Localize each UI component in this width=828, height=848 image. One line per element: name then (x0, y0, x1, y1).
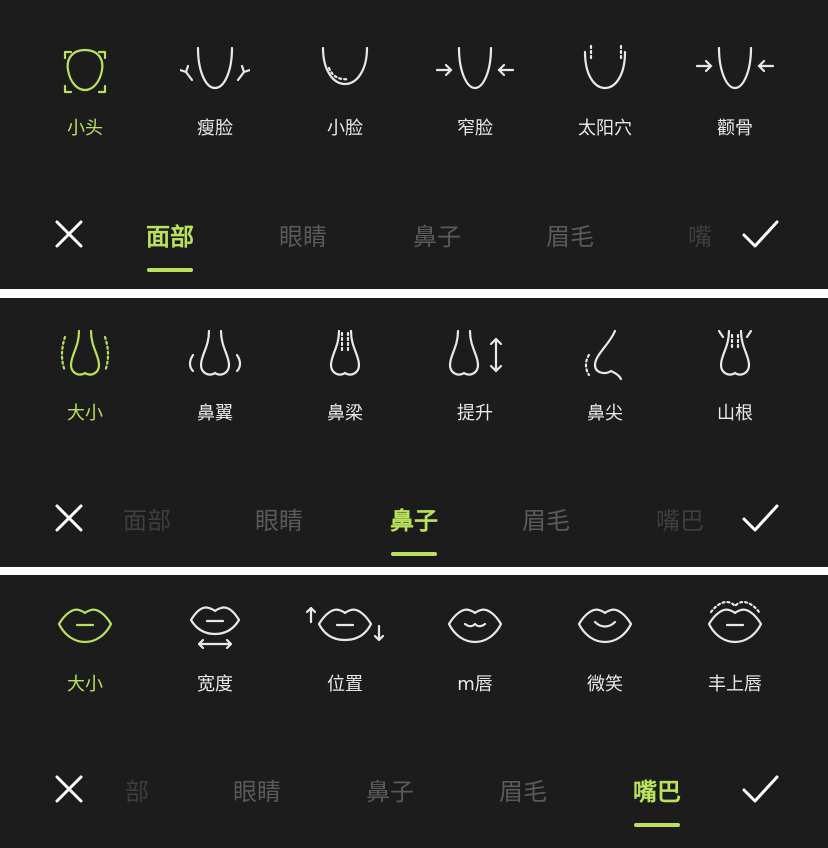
confirm-button[interactable] (740, 214, 780, 254)
option-label: 小头 (67, 118, 103, 139)
tab-mouth[interactable]: 嘴巴 (633, 772, 681, 807)
smile-icon (577, 608, 633, 644)
plump-upper-lip-icon (707, 600, 763, 644)
face-panel: 小头 瘦脸 小脸 窄脸 太阳穴 颧骨 面部 眼睛 鼻子 眉毛 嘴 (0, 0, 828, 289)
m-lip-icon (447, 608, 503, 644)
category-tabs: 部 眼睛 鼻子 眉毛 嘴巴 (112, 762, 712, 822)
option-narrow-face[interactable]: 窄脸 (425, 42, 525, 140)
option-label: 鼻尖 (587, 403, 623, 424)
tab-nose[interactable]: 鼻子 (366, 772, 414, 807)
tab-face[interactable]: 部 (125, 772, 149, 807)
option-lip-position[interactable]: 位置 (295, 600, 395, 696)
option-smile[interactable]: 微笑 (555, 600, 655, 696)
tab-eyes[interactable]: 眼睛 (255, 501, 303, 536)
nose-bridge-icon (329, 329, 361, 376)
active-tab-indicator (634, 823, 680, 827)
slim-face-icon (180, 46, 250, 90)
option-label: 鼻梁 (327, 403, 363, 424)
option-nose-root[interactable]: 山根 (685, 325, 785, 425)
mouth-panel: 大小 宽度 位置 m唇 微笑 丰上唇 部 眼睛 鼻子 眉毛 嘴巴 (0, 575, 828, 848)
option-nose-lift[interactable]: 提升 (425, 325, 525, 425)
option-nose-wing[interactable]: 鼻翼 (165, 325, 265, 425)
option-slim-face[interactable]: 瘦脸 (165, 42, 265, 140)
option-nose-bridge[interactable]: 鼻梁 (295, 325, 395, 425)
option-m-lip[interactable]: m唇 (425, 600, 525, 696)
tab-eyes[interactable]: 眼睛 (279, 217, 327, 252)
option-label: 大小 (67, 403, 103, 424)
narrow-face-icon (435, 46, 515, 90)
close-icon (55, 220, 83, 248)
option-nose-tip[interactable]: 鼻尖 (555, 325, 655, 425)
nose-panel: 大小 鼻翼 鼻梁 提升 鼻尖 山根 面部 眼睛 鼻子 眉毛 嘴巴 (0, 298, 828, 567)
option-label: m唇 (457, 674, 493, 695)
option-small-head[interactable]: 小头 (35, 42, 135, 140)
option-label: 位置 (327, 674, 363, 695)
tab-eyebrows[interactable]: 眉毛 (499, 772, 547, 807)
check-icon (742, 220, 779, 248)
temple-icon (583, 44, 627, 90)
nose-lift-icon (448, 329, 503, 376)
tab-nose[interactable]: 鼻子 (413, 217, 461, 252)
option-label: 丰上唇 (708, 674, 762, 695)
tab-face[interactable]: 面部 (146, 217, 194, 252)
option-lip-size[interactable]: 大小 (35, 600, 135, 696)
lip-size-icon (57, 608, 113, 644)
option-label: 宽度 (197, 674, 233, 695)
lip-position-icon (305, 606, 385, 642)
tab-eyebrows[interactable]: 眉毛 (546, 217, 594, 252)
option-label: 山根 (717, 403, 753, 424)
check-icon (742, 775, 779, 803)
category-tabs: 面部 眼睛 鼻子 眉毛 嘴巴 (112, 491, 712, 551)
tab-eyes[interactable]: 眼睛 (233, 772, 281, 807)
option-nose-size[interactable]: 大小 (35, 325, 135, 425)
cancel-button[interactable] (49, 214, 89, 254)
lip-width-icon (189, 606, 241, 650)
small-face-icon (321, 46, 369, 86)
close-icon (55, 775, 83, 803)
cancel-button[interactable] (49, 769, 89, 809)
option-label: 窄脸 (457, 118, 493, 139)
option-label: 提升 (457, 403, 493, 424)
small-head-icon (63, 48, 107, 94)
confirm-button[interactable] (740, 769, 780, 809)
option-label: 瘦脸 (197, 118, 233, 139)
option-label: 大小 (67, 674, 103, 695)
check-icon (742, 504, 779, 532)
option-label: 鼻翼 (197, 403, 233, 424)
tab-nose[interactable]: 鼻子 (390, 501, 438, 536)
option-temple[interactable]: 太阳穴 (555, 42, 655, 140)
option-label: 颧骨 (717, 118, 753, 139)
cheekbone-icon (695, 46, 775, 90)
option-plump-upper-lip[interactable]: 丰上唇 (685, 600, 785, 696)
nose-tip-icon (584, 329, 623, 381)
nose-root-icon (717, 329, 753, 376)
tab-mouth[interactable]: 嘴巴 (688, 217, 712, 252)
confirm-button[interactable] (740, 498, 780, 538)
close-icon (55, 504, 83, 532)
tab-eyebrows[interactable]: 眉毛 (522, 501, 570, 536)
option-lip-width[interactable]: 宽度 (165, 600, 265, 696)
active-tab-indicator (391, 552, 437, 556)
tab-mouth[interactable]: 嘴巴 (656, 501, 704, 536)
option-small-face[interactable]: 小脸 (295, 42, 395, 140)
cancel-button[interactable] (49, 498, 89, 538)
nose-size-icon (60, 329, 110, 376)
active-tab-indicator (147, 268, 193, 272)
option-label: 太阳穴 (578, 118, 632, 139)
option-label: 小脸 (327, 118, 363, 139)
tab-face[interactable]: 面部 (123, 501, 171, 536)
option-label: 微笑 (587, 674, 623, 695)
category-tabs: 面部 眼睛 鼻子 眉毛 嘴巴 (112, 207, 712, 267)
option-cheekbone[interactable]: 颧骨 (685, 42, 785, 140)
nose-wing-icon (188, 329, 242, 376)
